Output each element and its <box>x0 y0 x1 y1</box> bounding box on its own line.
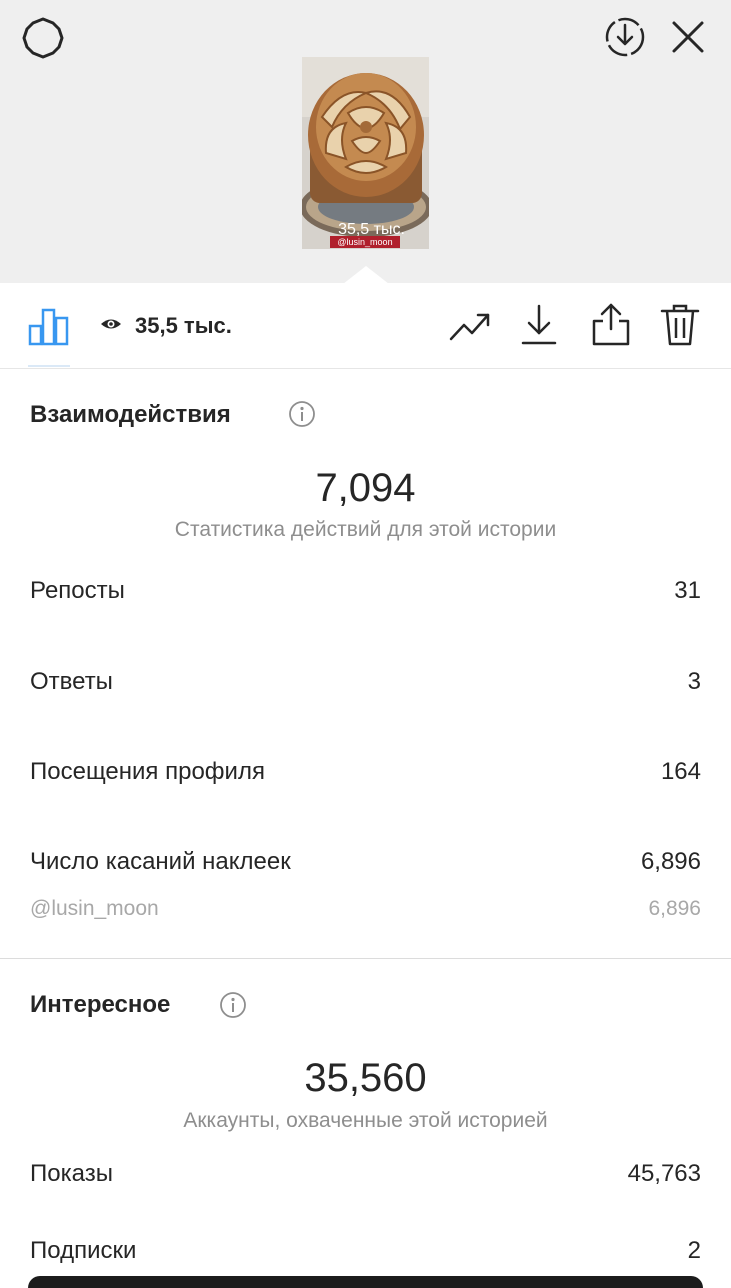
row-reposts-label: Репосты <box>30 577 125 604</box>
info-icon[interactable] <box>219 991 247 1019</box>
section-divider <box>0 958 731 959</box>
views-count: 35,5 тыс. <box>135 313 232 338</box>
close-icon[interactable] <box>670 19 706 55</box>
row-sticker-taps-value: 6,896 <box>640 848 701 875</box>
discovery-subtitle: Аккаунты, охваченные этой историей <box>183 1109 548 1132</box>
sticker-mention-value: 6,896 <box>648 897 701 920</box>
story-preview-area: 35,5 тыс. @lusin_moon <box>0 0 731 283</box>
row-sticker-taps-label: Число касаний наклеек <box>30 848 291 875</box>
row-reposts-value: 31 <box>674 577 701 604</box>
bottom-sheet-edge <box>28 1276 703 1288</box>
discovery-title: Интересное <box>30 991 171 1018</box>
gear-icon[interactable] <box>20 15 66 61</box>
row-profile-visits-label: Посещения профиля <box>30 758 265 785</box>
thumbnail-mention-tag: @lusin_moon <box>330 236 400 248</box>
trend-icon[interactable] <box>448 309 492 345</box>
trash-icon[interactable] <box>660 303 700 347</box>
insights-toolbar <box>0 283 731 369</box>
bar-chart-icon[interactable] <box>28 306 70 346</box>
row-replies-label: Ответы <box>30 668 113 695</box>
interactions-title: Взаимодействия <box>30 401 231 428</box>
interactions-total: 7,094 <box>315 466 416 510</box>
sticker-mention-label[interactable]: @lusin_moon <box>30 896 159 922</box>
discovery-total: 35,560 <box>304 1056 427 1100</box>
selection-caret <box>343 266 389 284</box>
info-icon[interactable] <box>288 400 316 428</box>
row-impressions-label: Показы <box>30 1160 113 1187</box>
eye-icon <box>101 319 121 329</box>
active-tab-indicator <box>28 365 70 367</box>
row-follows-label: Подписки <box>30 1237 137 1264</box>
share-icon[interactable] <box>590 301 632 347</box>
download-icon[interactable] <box>520 303 558 347</box>
row-impressions-value: 45,763 <box>627 1160 701 1187</box>
circle-download-icon[interactable] <box>603 15 647 59</box>
row-replies-value: 3 <box>687 668 701 695</box>
interactions-subtitle: Статистика действий для этой истории <box>174 518 557 541</box>
row-follows-value: 2 <box>687 1237 701 1264</box>
row-profile-visits-value: 164 <box>660 758 701 785</box>
